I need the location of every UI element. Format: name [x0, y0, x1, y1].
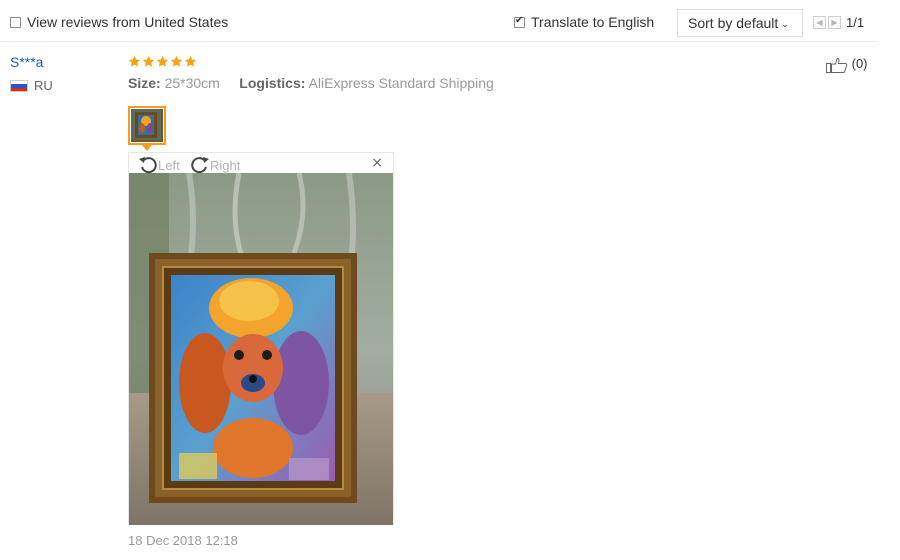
next-page-button[interactable]: ▶	[828, 16, 841, 29]
sort-dropdown-label: Sort by default	[688, 15, 779, 31]
thumbnail-pointer	[142, 145, 152, 151]
review-date: 18 Dec 2018 12:18	[128, 533, 238, 548]
rotate-left-label: Left	[158, 158, 180, 173]
thumbs-up-icon	[826, 57, 848, 73]
view-reviews-label[interactable]: View reviews from United States	[27, 14, 228, 30]
translate-label[interactable]: Translate to English	[531, 14, 654, 30]
logistics-value: AliExpress Standard Shipping	[308, 75, 494, 91]
star-icon	[184, 55, 197, 67]
review-photo	[129, 173, 393, 525]
helpful-button[interactable]: (0)	[826, 56, 868, 73]
sort-dropdown[interactable]: Sort by default ⌄	[677, 9, 803, 37]
helpful-count: (0)	[851, 56, 868, 71]
reviewer-country: RU	[34, 78, 53, 93]
star-icon	[156, 55, 169, 67]
rotate-right-icon	[191, 157, 209, 174]
photo-viewer: Left Right ×	[128, 152, 394, 525]
logistics-label: Logistics:	[239, 75, 306, 91]
photo-viewer-toolbar: Left Right ×	[129, 153, 393, 174]
poodle-painting-photo	[129, 173, 393, 525]
size-label: Size:	[128, 75, 161, 91]
translate-checkbox[interactable]	[514, 15, 525, 28]
rotate-left-button[interactable]: Left	[138, 155, 180, 174]
star-icon	[128, 55, 141, 67]
star-icon	[170, 55, 183, 67]
review-filter-bar: View reviews from United States Translat…	[0, 0, 878, 42]
reviewer-name[interactable]: S***a	[10, 54, 43, 70]
rotate-left-icon	[139, 157, 157, 174]
star-icon	[142, 55, 155, 67]
order-attributes: Size: 25*30cm Logistics: AliExpress Stan…	[128, 75, 494, 91]
review-photo-thumbnail[interactable]	[128, 106, 166, 145]
rotate-right-button[interactable]: Right	[190, 155, 241, 174]
close-icon[interactable]: ×	[371, 155, 383, 171]
russia-flag-icon	[10, 80, 28, 92]
view-reviews-checkbox[interactable]	[10, 17, 21, 28]
rotate-right-label: Right	[210, 158, 241, 173]
size-value: 25*30cm	[164, 75, 220, 91]
chevron-down-icon: ⌄	[781, 19, 789, 29]
poodle-painting-thumbnail-image	[131, 109, 161, 140]
star-rating	[128, 55, 198, 69]
page-indicator: 1/1	[846, 15, 865, 30]
prev-page-button[interactable]: ◀	[813, 16, 826, 29]
